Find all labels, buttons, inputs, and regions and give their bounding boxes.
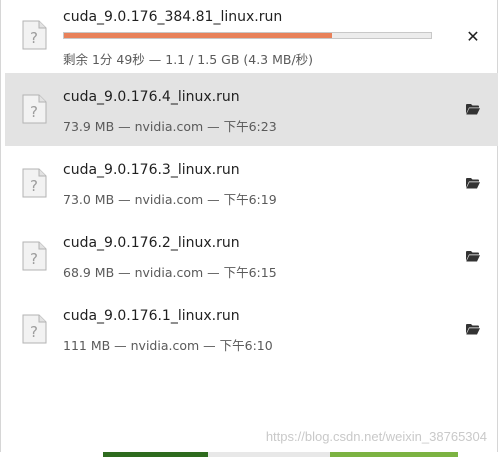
svg-text:?: ? xyxy=(30,103,38,121)
folder-icon xyxy=(466,178,480,189)
download-item[interactable]: ? cuda_9.0.176.2_linux.run 68.9 MB — nvi… xyxy=(5,220,498,293)
download-item[interactable]: ? cuda_9.0.176.4_linux.run 73.9 MB — nvi… xyxy=(5,73,498,146)
file-name: cuda_9.0.176_384.81_linux.run xyxy=(63,9,283,25)
close-icon: ✕ xyxy=(466,27,480,46)
strip-segment xyxy=(0,452,103,457)
download-item[interactable]: ? cuda_9.0.176.1_linux.run 111 MB — nvid… xyxy=(5,293,498,366)
download-item-in-progress[interactable]: ? cuda_9.0.176_384.81_linux.run 剩余 1分 49… xyxy=(5,0,498,73)
folder-icon xyxy=(466,104,480,115)
show-in-folder-button[interactable] xyxy=(463,319,483,339)
show-in-folder-button[interactable] xyxy=(463,99,483,119)
file-name: cuda_9.0.176.2_linux.run xyxy=(63,235,240,251)
strip-segment xyxy=(103,452,208,457)
file-name: cuda_9.0.176.1_linux.run xyxy=(63,308,240,324)
download-status: 73.9 MB — nvidia.com — 下午6:23 xyxy=(63,119,277,134)
strip-segment xyxy=(458,452,498,457)
download-item[interactable]: ? cuda_9.0.176.3_linux.run 73.0 MB — nvi… xyxy=(5,147,498,220)
strip-segment xyxy=(330,452,458,457)
background-strip xyxy=(0,452,498,457)
download-progress-fill xyxy=(64,33,332,38)
downloads-panel: ? cuda_9.0.176_384.81_linux.run 剩余 1分 49… xyxy=(0,0,498,452)
show-in-folder-button[interactable] xyxy=(463,173,483,193)
svg-text:?: ? xyxy=(30,177,38,195)
cancel-download-button[interactable]: ✕ xyxy=(463,27,483,47)
download-status: 剩余 1分 49秒 — 1.1 / 1.5 GB (4.3 MB/秒) xyxy=(63,52,314,67)
svg-text:?: ? xyxy=(30,323,38,341)
folder-icon xyxy=(466,324,480,335)
unknown-file-icon: ? xyxy=(22,168,47,198)
svg-text:?: ? xyxy=(30,29,38,47)
file-name: cuda_9.0.176.3_linux.run xyxy=(63,162,240,178)
unknown-file-icon: ? xyxy=(22,94,47,124)
download-progress-bar xyxy=(63,32,432,39)
svg-text:?: ? xyxy=(30,250,38,268)
show-in-folder-button[interactable] xyxy=(463,246,483,266)
unknown-file-icon: ? xyxy=(22,314,47,344)
unknown-file-icon: ? xyxy=(22,20,47,50)
folder-icon xyxy=(466,251,480,262)
download-status: 73.0 MB — nvidia.com — 下午6:19 xyxy=(63,192,277,207)
download-status: 111 MB — nvidia.com — 下午6:10 xyxy=(63,338,273,353)
watermark-text: https://blog.csdn.net/weixin_38765304 xyxy=(265,429,487,444)
strip-segment xyxy=(208,452,330,457)
unknown-file-icon: ? xyxy=(22,241,47,271)
download-status: 68.9 MB — nvidia.com — 下午6:15 xyxy=(63,265,277,280)
file-name: cuda_9.0.176.4_linux.run xyxy=(63,89,240,105)
